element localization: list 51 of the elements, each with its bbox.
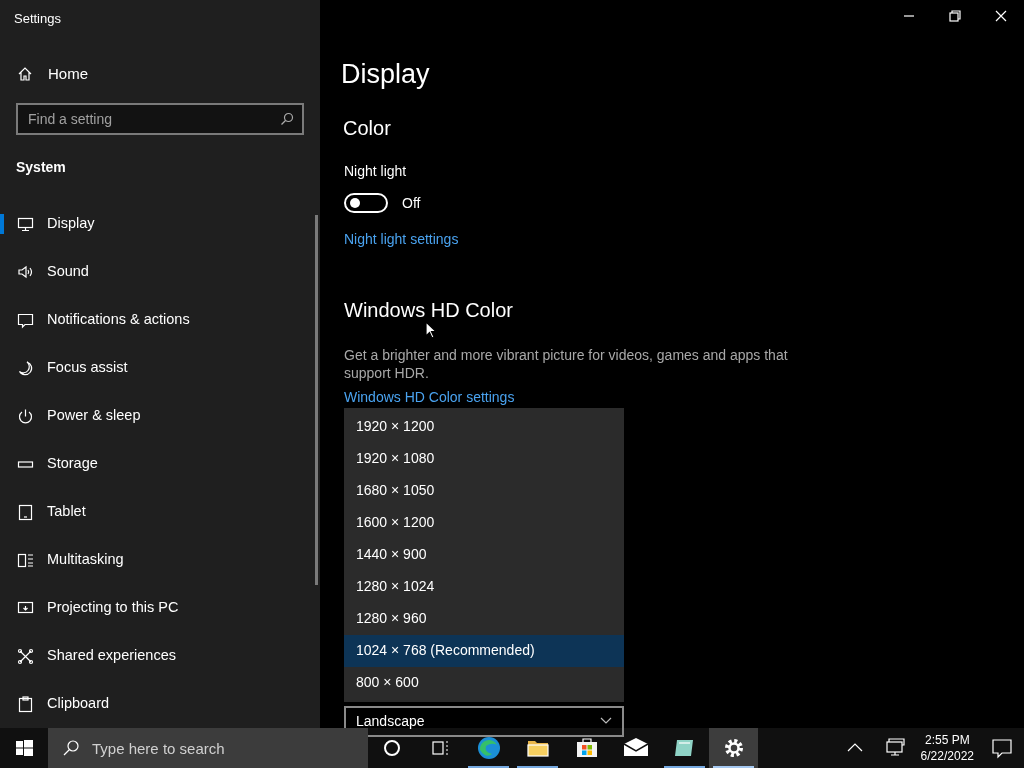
window-split-icon: [17, 551, 34, 569]
setting-label: Night light: [344, 161, 407, 181]
dropdown-option[interactable]: 1280 × 960: [344, 602, 624, 635]
power-icon: [17, 407, 34, 425]
dropdown-option[interactable]: 1680 × 1050: [344, 474, 624, 507]
scrollbar[interactable]: [315, 215, 318, 585]
toggle-switch[interactable]: [344, 193, 388, 213]
home-icon: [17, 65, 33, 82]
nav-item[interactable]: Tablet: [0, 488, 320, 536]
clipboard-icon: [17, 695, 34, 713]
search-icon: [62, 739, 80, 757]
dropdown-option[interactable]: 800 × 600: [344, 666, 624, 699]
dropdown-option[interactable]: 1920 × 1200: [344, 410, 624, 443]
window-title: Settings: [14, 10, 61, 28]
nav-item[interactable]: Clipboard: [0, 680, 320, 728]
pointer-icon: [425, 321, 437, 339]
home-link[interactable]: Home: [48, 62, 88, 85]
section-heading: Color: [343, 115, 391, 141]
nav-item[interactable]: Focus assist: [0, 344, 320, 392]
dropdown-option[interactable]: 1440 × 900: [344, 538, 624, 571]
nav-item[interactable]: Power & sleep: [0, 392, 320, 440]
search-field[interactable]: Find a setting: [16, 103, 304, 135]
monitor-icon: [17, 215, 34, 233]
connected-dots-icon: [17, 647, 34, 665]
search-icon: [280, 112, 294, 126]
nav-item[interactable]: Projecting to this PC: [0, 584, 320, 632]
tablet-icon: [17, 503, 34, 521]
moon-icon: [17, 359, 34, 377]
nav-item[interactable]: Multitasking: [0, 536, 320, 584]
speech-bubble-icon: [17, 311, 34, 329]
dropdown-option[interactable]: 1024 × 768 (Recommended): [344, 634, 624, 667]
nav-item[interactable]: Sound: [0, 248, 320, 296]
nav-item[interactable]: Notifications & actions: [0, 296, 320, 344]
dropdown-option[interactable]: 1600 × 1200: [344, 506, 624, 539]
settings-link[interactable]: Windows HD Color settings: [344, 388, 515, 405]
toggle-state: Off: [402, 193, 421, 213]
section-heading: Windows HD Color: [344, 297, 513, 323]
dropdown-option[interactable]: 1920 × 1080: [344, 442, 624, 475]
nav-item[interactable]: Shared experiences: [0, 632, 320, 680]
nav-item[interactable]: Storage: [0, 440, 320, 488]
settings-link[interactable]: Night light settings: [344, 228, 459, 250]
taskbar-search[interactable]: Type here to search: [48, 728, 368, 768]
section-heading: System: [16, 158, 66, 177]
chevron-down-icon: [600, 717, 612, 725]
dropdown-option[interactable]: 1280 × 1024: [344, 570, 624, 603]
dropdown[interactable]: Landscape: [344, 705, 624, 737]
clock[interactable]: 2:55 PM 6/22/2022: [914, 732, 980, 764]
speaker-icon: [17, 263, 34, 281]
gear-icon[interactable]: [709, 728, 758, 768]
page-title: Display: [341, 58, 430, 91]
description: Get a brighter and more vibrant picture for videos, games and apps that support HDR.: [344, 345, 789, 382]
